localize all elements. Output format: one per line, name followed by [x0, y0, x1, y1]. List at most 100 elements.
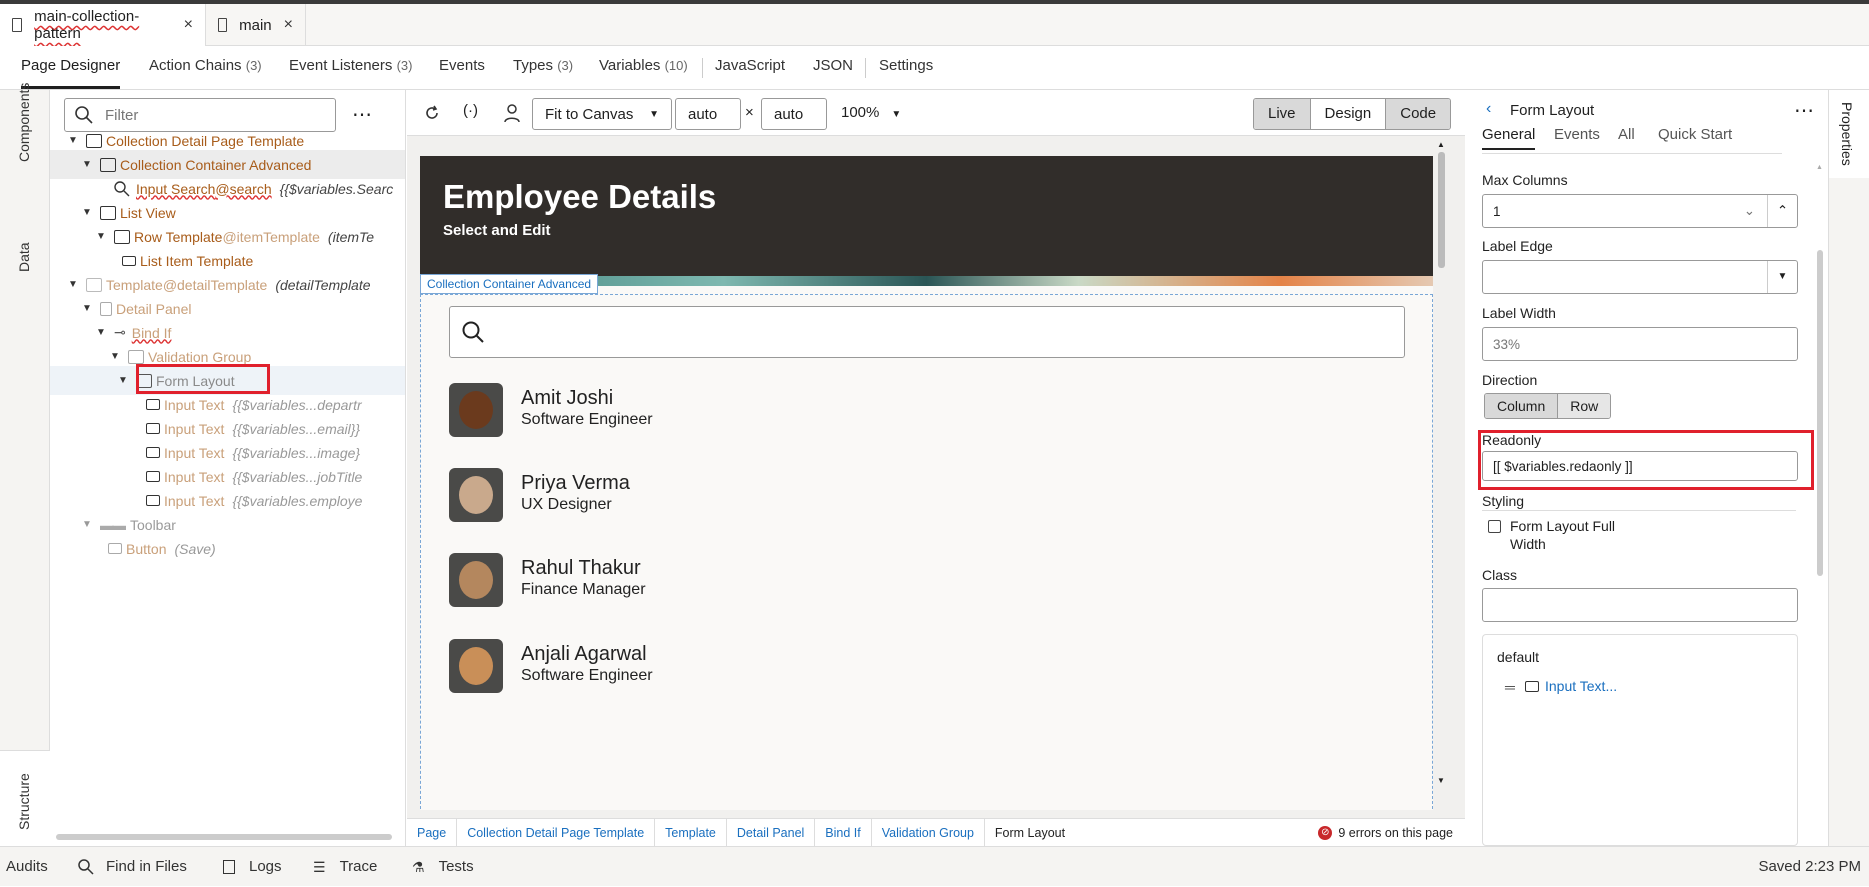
horizontal-scrollbar[interactable] [56, 834, 392, 840]
close-icon[interactable]: × [284, 16, 293, 34]
more-options-icon[interactable]: ⋯ [1794, 98, 1814, 123]
scroll-thumb[interactable] [1817, 250, 1823, 576]
tab-types[interactable]: Types (3) [513, 46, 573, 90]
zoom-select[interactable]: 100% ▼ [841, 104, 901, 121]
breadcrumb-item[interactable]: Validation Group [872, 818, 985, 847]
logs-icon [223, 860, 235, 874]
trace-button[interactable]: ☰ Trace [313, 847, 377, 887]
mode-code[interactable]: Code [1386, 99, 1451, 129]
list-item[interactable]: Priya Verma UX Designer [449, 468, 1149, 528]
more-options-icon[interactable]: ⋯ [352, 102, 373, 127]
mode-design[interactable]: Design [1311, 99, 1387, 129]
tab-javascript[interactable]: JavaScript [715, 46, 785, 90]
mode-live[interactable]: Live [1254, 99, 1311, 129]
breadcrumb-item[interactable]: Collection Detail Page Template [457, 818, 656, 847]
canvas-height-input[interactable]: auto [761, 98, 827, 130]
label-edge-select[interactable]: ▼ [1482, 260, 1798, 294]
collapse-caret-icon[interactable]: ▼ [66, 279, 80, 290]
scroll-thumb[interactable] [1438, 152, 1445, 268]
collapse-caret-icon[interactable]: ▼ [66, 135, 80, 146]
tab-quick-start[interactable]: Quick Start [1658, 126, 1732, 143]
full-width-checkbox[interactable] [1488, 520, 1501, 533]
canvas-width-input[interactable]: auto [675, 98, 741, 130]
direction-column[interactable]: Column [1485, 394, 1559, 418]
fit-to-canvas-select[interactable]: Fit to Canvas ▼ [532, 98, 672, 130]
class-input[interactable] [1482, 588, 1798, 622]
chevron-down-icon[interactable]: ▼ [1767, 261, 1797, 293]
close-icon[interactable]: × [184, 16, 193, 34]
times-sign: × [745, 104, 754, 121]
input-value: auto [774, 105, 804, 123]
divider [865, 58, 866, 78]
tab-event-listeners[interactable]: Event Listeners (3) [289, 46, 412, 90]
label-width-input[interactable]: 33% [1482, 327, 1798, 361]
tab-count: (3) [557, 58, 574, 73]
tree-label: Input Text [164, 492, 225, 509]
refresh-icon[interactable] [423, 104, 441, 122]
logs-button[interactable]: Logs [223, 847, 282, 887]
rail-tab-properties[interactable]: Properties [1839, 102, 1855, 166]
audits-button[interactable]: Audits [6, 847, 48, 887]
breadcrumb-item[interactable]: Bind If [815, 818, 872, 847]
employee-name: Amit Joshi [521, 387, 614, 409]
find-in-files-button[interactable]: Find in Files [78, 847, 187, 887]
employee-role: Software Engineer [521, 667, 653, 684]
error-indicator[interactable]: ⊘ 9 errors on this page [1318, 825, 1453, 840]
tree-label: Detail Panel [116, 300, 192, 317]
file-tab-main-collection-pattern[interactable]: main-collection-pattern × [0, 4, 206, 46]
tests-button[interactable]: ⚗ Tests [412, 847, 474, 887]
list-item[interactable]: Amit Joshi Software Engineer [449, 383, 1149, 443]
tree-item-button[interactable]: Button (Save) [50, 534, 405, 563]
employee-search-input[interactable] [449, 306, 1405, 358]
rail-tab-components[interactable]: Components [16, 83, 32, 162]
chevron-down-icon[interactable]: ⌄ [1744, 203, 1755, 219]
variables-icon[interactable]: (·) [463, 102, 478, 119]
breadcrumb-item[interactable]: Template [655, 818, 727, 847]
collapse-caret-icon[interactable]: ▼ [80, 207, 94, 218]
tab-all[interactable]: All [1618, 126, 1635, 143]
file-tab-main[interactable]: main × [206, 4, 306, 46]
full-width-label-line1: Form Layout Full [1510, 518, 1616, 534]
tab-general[interactable]: General [1482, 126, 1536, 150]
rail-tab-data[interactable]: Data [16, 242, 32, 272]
tab-json[interactable]: JSON [813, 46, 853, 90]
property-tabs: General Events All Quick Start [1482, 126, 1782, 154]
tab-variables[interactable]: Variables (10) [599, 46, 688, 90]
avatar [449, 553, 503, 607]
container-icon [100, 157, 116, 172]
drag-handle-icon[interactable]: ═ [1505, 679, 1515, 695]
collapse-caret-icon[interactable]: ▼ [94, 231, 108, 242]
breadcrumb-item[interactable]: Page [407, 818, 458, 847]
scroll-up-icon[interactable]: ▲ [1816, 164, 1823, 171]
slot-item[interactable]: Input Text... [1545, 678, 1617, 694]
tab-settings[interactable]: Settings [879, 46, 933, 90]
collapse-caret-icon[interactable]: ▼ [80, 159, 94, 170]
collapse-caret-icon[interactable]: ▼ [108, 351, 122, 362]
list-item[interactable]: Rahul Thakur Finance Manager [449, 553, 1149, 613]
rail-tab-structure[interactable]: Structure [16, 773, 32, 830]
tab-page-designer[interactable]: Page Designer [21, 46, 121, 89]
collapse-caret-icon[interactable]: ▼ [116, 375, 130, 386]
collapse-caret-icon[interactable]: ▼ [80, 519, 94, 530]
tab-label: JSON [813, 57, 854, 74]
list-item[interactable]: Anjali Agarwal Software Engineer [449, 639, 1149, 699]
breadcrumb-item[interactable]: Detail Panel [727, 818, 816, 847]
scroll-up-icon[interactable]: ▲ [1437, 140, 1445, 149]
properties-scrollbar[interactable]: ▲ [1816, 162, 1824, 772]
collapse-caret-icon[interactable]: ▼ [80, 303, 94, 314]
tab-action-chains[interactable]: Action Chains (3) [149, 46, 262, 90]
tree-label: List Item Template [140, 252, 254, 269]
scroll-down-icon[interactable]: ▼ [1437, 776, 1445, 785]
collapse-caret-icon[interactable]: ▼ [94, 327, 108, 338]
tab-events[interactable]: Events [1554, 126, 1600, 143]
page-subtitle: Select and Edit [443, 222, 551, 239]
employee-role: Software Engineer [521, 411, 653, 428]
tree-label: Input Text [164, 420, 225, 437]
user-icon[interactable] [503, 103, 521, 123]
direction-row[interactable]: Row [1558, 394, 1611, 418]
tab-events[interactable]: Events [439, 46, 485, 90]
max-columns-input[interactable]: 1 ⌄ ⌃ [1482, 194, 1798, 228]
back-icon[interactable]: ‹ [1486, 100, 1491, 118]
canvas-scrollbar[interactable]: ▲ ▼ [1435, 136, 1449, 790]
chevron-up-icon[interactable]: ⌃ [1767, 195, 1797, 227]
